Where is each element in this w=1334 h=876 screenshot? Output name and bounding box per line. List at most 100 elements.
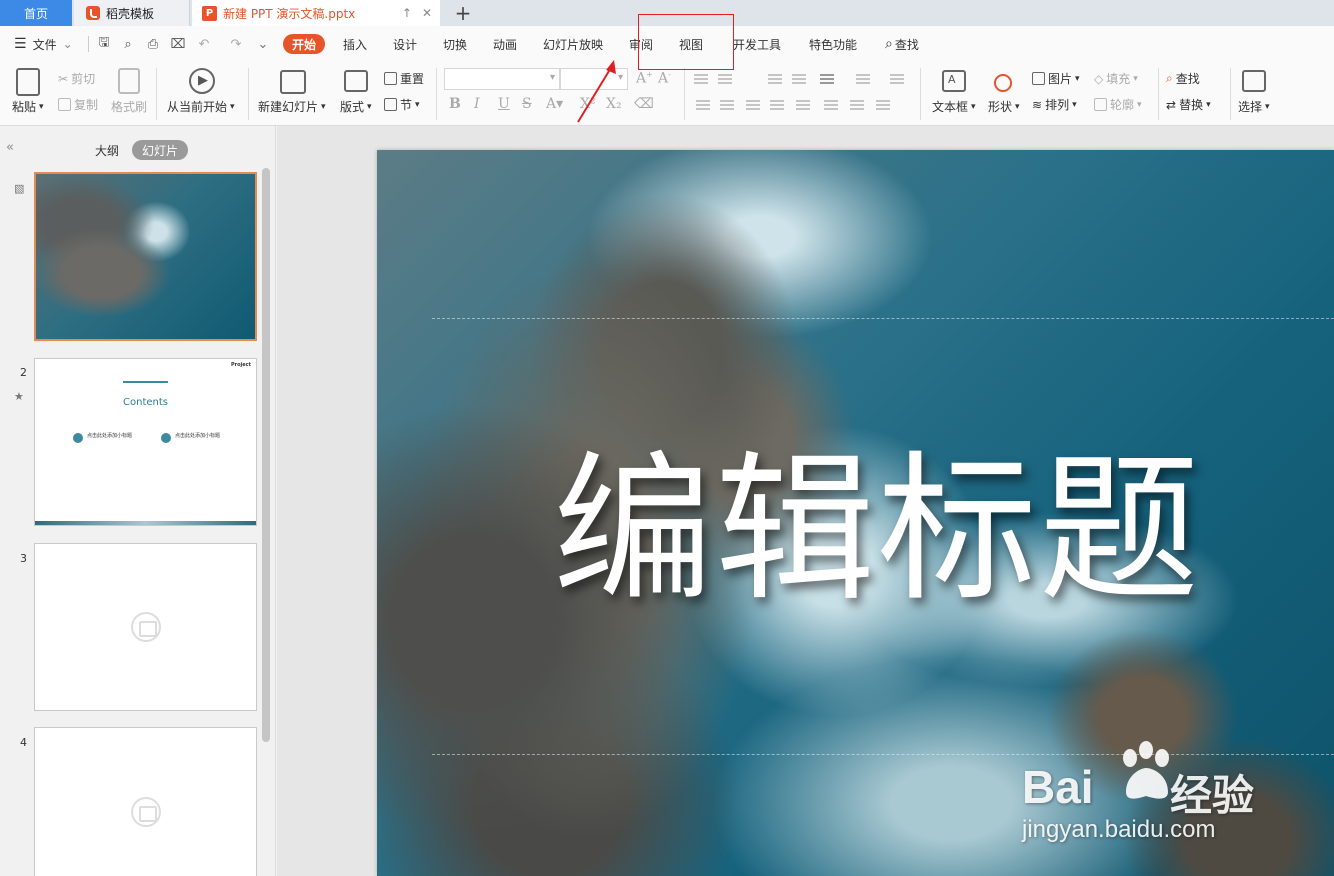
picture-button[interactable]: 图片 ▾ — [1032, 70, 1080, 87]
animation-star-icon: ★ — [14, 390, 24, 403]
layers-icon: ≋ — [1032, 97, 1043, 112]
distribute-icon[interactable] — [796, 100, 810, 110]
textbox-icon[interactable]: A — [942, 70, 966, 92]
menu-features[interactable]: 特色功能 — [809, 26, 857, 62]
save-icon[interactable]: 🖫 — [96, 35, 112, 52]
file-menu[interactable]: ☰ 文件 ⌄ — [14, 26, 73, 62]
menu-insert[interactable]: 插入 — [343, 26, 367, 62]
slide-title[interactable]: 编辑标题 — [553, 440, 1201, 620]
ribbon-toolbar: 粘贴 ▾ ✂ 剪切 复制 格式刷 ▶ 从当前开始 ▾ 新建幻灯片 ▾ 版式 ▾ 重置 节 ▾… — [0, 62, 1334, 126]
new-tab-button[interactable]: + — [450, 0, 476, 26]
fill-button[interactable]: ◇ 填充 ▾ — [1094, 70, 1138, 87]
select-icon[interactable] — [1242, 70, 1266, 92]
slide-thumbnail-1[interactable] — [34, 172, 257, 341]
menu-insert-label: 插入 — [343, 37, 368, 52]
find-icon: ⌕ — [1166, 71, 1173, 85]
tab-outline[interactable]: 大纲 — [88, 140, 126, 160]
layout-icon[interactable] — [344, 70, 368, 92]
indent-decrease-icon[interactable] — [768, 74, 782, 84]
numbering-icon[interactable] — [718, 74, 732, 84]
format-painter-icon[interactable] — [118, 68, 140, 94]
slide-2-title-bar — [123, 381, 168, 383]
slide-thumbnail-2[interactable]: Project Contents 点击此处添加小标题 点击此处添加小标题 — [34, 358, 257, 526]
replace-button[interactable]: ⇄ 替换 ▾ — [1166, 96, 1211, 113]
slide-thumbnail-4[interactable] — [34, 727, 257, 876]
paste-icon[interactable] — [16, 68, 40, 96]
cut-button[interactable]: ✂ 剪切 — [58, 70, 95, 87]
chevron-down-icon: ▾ — [1265, 101, 1270, 112]
eraser-icon[interactable]: ⌫ — [634, 96, 654, 112]
align-left-icon[interactable] — [696, 100, 710, 110]
align-center-icon[interactable] — [720, 100, 734, 110]
text-direction-icon[interactable] — [856, 74, 870, 84]
strikethrough-icon[interactable]: S — [522, 96, 532, 112]
new-slide-button[interactable]: 新建幻灯片 ▾ — [258, 98, 326, 115]
hamburger-icon: ☰ — [14, 36, 27, 52]
tab-template[interactable]: 稻壳模板 — [74, 0, 190, 26]
textbox-button[interactable]: 文本框 ▾ — [932, 98, 976, 115]
line-spacing-icon[interactable] — [824, 100, 838, 110]
print-preview-icon[interactable]: ⌧ — [170, 36, 186, 52]
font-family-select[interactable] — [444, 68, 560, 90]
quick-access-more-icon[interactable]: ⌄ — [255, 36, 271, 52]
menu-start[interactable]: 开始 — [283, 34, 326, 54]
format-paint-icon[interactable]: ⌕ — [120, 36, 136, 52]
outline-button[interactable]: 轮廓 ▾ — [1094, 96, 1142, 113]
fill-label: 填充 — [1106, 72, 1131, 86]
menu-transition[interactable]: 切换 — [443, 26, 467, 62]
menu-animation[interactable]: 动画 — [493, 26, 517, 62]
new-slide-icon[interactable] — [280, 70, 306, 94]
underline-icon[interactable]: U — [498, 96, 510, 112]
section-button[interactable]: 节 ▾ — [384, 96, 420, 113]
from-current-button[interactable]: 从当前开始 ▾ — [167, 98, 235, 115]
slide-2-item-1: 点击此处添加小标题 — [87, 433, 133, 439]
shape-icon[interactable] — [994, 74, 1012, 92]
menu-design[interactable]: 设计 — [393, 26, 417, 62]
close-tab-icon[interactable]: ✕ — [422, 6, 432, 20]
print-icon[interactable]: ⎙ — [145, 36, 161, 52]
panel-scrollbar[interactable] — [262, 168, 270, 742]
play-icon[interactable]: ▶ — [189, 68, 215, 94]
pin-up-icon[interactable]: ↑ — [402, 6, 412, 20]
chevron-down-icon: ▾ — [39, 101, 44, 112]
menu-slideshow[interactable]: 幻灯片放映 — [543, 26, 603, 62]
find-button[interactable]: ⌕ 查找 — [1166, 70, 1200, 87]
tab-home[interactable]: 首页 — [0, 0, 72, 26]
indent-increase-icon[interactable] — [792, 74, 806, 84]
menu-search[interactable]: ⌕ 查找 — [885, 26, 919, 62]
shape-button[interactable]: 形状 ▾ — [988, 98, 1020, 115]
outline-icon — [1094, 98, 1107, 111]
font-shrink-icon[interactable]: A- — [658, 70, 671, 87]
justify-icon[interactable] — [770, 100, 784, 110]
bullets-icon[interactable] — [694, 74, 708, 84]
select-button[interactable]: 选择 ▾ — [1238, 98, 1270, 115]
italic-icon[interactable]: I — [474, 96, 480, 112]
layout-button[interactable]: 版式 ▾ — [340, 98, 372, 115]
font-grow-icon[interactable]: A+ — [636, 70, 653, 87]
menu-developer[interactable]: 开发工具 — [733, 26, 781, 62]
para-spacing-icon[interactable] — [850, 100, 864, 110]
slide-thumbnail-3[interactable] — [34, 543, 257, 711]
arrange-button[interactable]: ≋ 排列 ▾ — [1032, 96, 1077, 113]
para-settings-icon[interactable] — [876, 100, 890, 110]
slide-panel: « 大纲 幻灯片 ▧ 2 ★ Project Contents 点击此处添加小标… — [0, 126, 276, 876]
view-menu-highlight-box — [638, 14, 734, 70]
menu-design-label: 设计 — [393, 37, 418, 52]
paste-button[interactable]: 粘贴 ▾ — [12, 98, 44, 115]
copy-button[interactable]: 复制 — [58, 96, 98, 113]
new-tab-label: + — [454, 1, 472, 25]
tab-document[interactable]: P 新建 PPT 演示文稿.pptx ↑ ✕ — [192, 0, 440, 26]
align-right-icon[interactable] — [746, 100, 760, 110]
reset-button[interactable]: 重置 — [384, 70, 424, 87]
format-painter-button[interactable]: 格式刷 — [111, 98, 147, 115]
align-text-icon[interactable] — [890, 74, 904, 84]
tab-slides[interactable]: 幻灯片 — [132, 140, 188, 160]
tab-template-label: 稻壳模板 — [106, 6, 155, 21]
watermark-brand: Bai — [1022, 761, 1094, 813]
collapse-panel-icon[interactable]: « — [6, 140, 14, 155]
column-icon[interactable] — [820, 74, 834, 84]
font-color-icon[interactable]: A▾ — [546, 96, 563, 112]
undo-icon[interactable]: ↶ — [196, 36, 212, 52]
redo-icon[interactable]: ↷ — [228, 36, 244, 52]
bold-icon[interactable]: B — [449, 96, 461, 112]
